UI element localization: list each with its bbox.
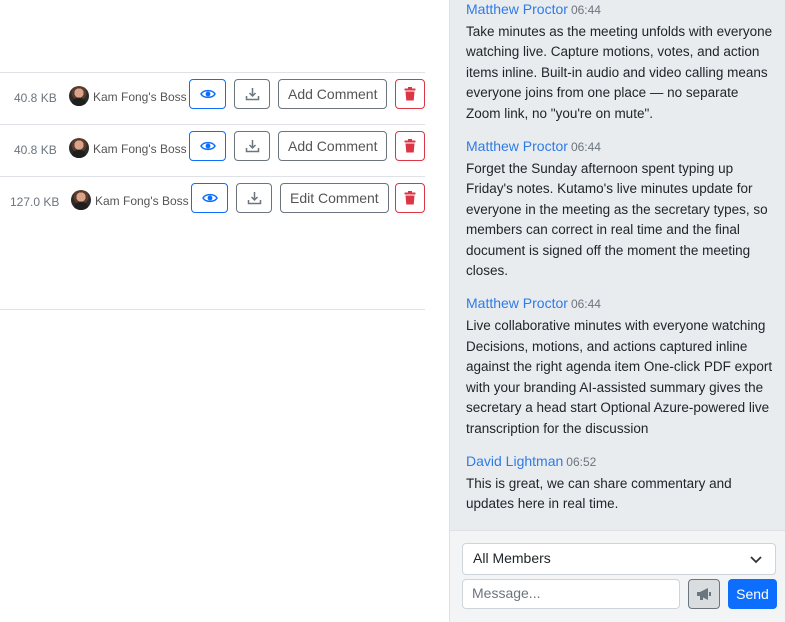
eye-icon bbox=[199, 141, 216, 151]
recipient-select[interactable]: All Members bbox=[462, 543, 776, 575]
message-time: 06:52 bbox=[566, 454, 597, 469]
eye-icon bbox=[199, 89, 216, 99]
message-author: Matthew Proctor bbox=[466, 295, 568, 312]
add-comment-button[interactable]: Add Comment bbox=[278, 131, 388, 161]
trash-icon bbox=[404, 191, 416, 205]
message-author: Matthew Proctor bbox=[466, 138, 568, 155]
file-owner: Kam Fong's Boss bbox=[93, 142, 187, 156]
delete-button[interactable] bbox=[395, 79, 425, 109]
send-button[interactable]: Send bbox=[728, 579, 777, 609]
message-text: Forget the Sunday afternoon spent typing… bbox=[466, 161, 768, 279]
files-panel: 40.8 KB Kam Fong's Boss Add Comment 40.8… bbox=[0, 0, 450, 622]
add-comment-button[interactable]: Add Comment bbox=[278, 79, 388, 109]
eye-icon bbox=[201, 193, 218, 203]
download-icon bbox=[245, 88, 259, 101]
edit-comment-button[interactable]: Edit Comment bbox=[280, 183, 389, 213]
file-size: 127.0 KB bbox=[10, 195, 60, 209]
file-owner: Kam Fong's Boss bbox=[95, 194, 189, 208]
announce-button[interactable] bbox=[688, 579, 720, 609]
message-text: Take minutes as the meeting unfolds with… bbox=[466, 24, 773, 121]
avatar bbox=[71, 190, 91, 210]
chat-composer: All Members Message... Send bbox=[450, 530, 785, 622]
message-text: This is great, we can share commentary a… bbox=[466, 475, 732, 512]
view-button[interactable] bbox=[191, 183, 228, 213]
chat-panel: Matthew Proctor 06:44 Take minutes as the… bbox=[450, 0, 785, 622]
file-row: 40.8 KB Kam Fong's Boss Add Comment bbox=[0, 73, 425, 125]
download-button[interactable] bbox=[236, 183, 272, 213]
trash-icon bbox=[404, 139, 416, 153]
message-time: 06:44 bbox=[570, 140, 601, 155]
message-time: 06:44 bbox=[570, 3, 601, 17]
avatar bbox=[69, 138, 89, 158]
file-size: 40.8 KB bbox=[14, 143, 57, 157]
chat-message: Matthew Proctor 06:44 Take minutes as the… bbox=[466, 1, 776, 124]
megaphone-icon bbox=[697, 588, 711, 600]
message-author: Matthew Proctor bbox=[466, 1, 568, 17]
message-text: Live collaborative minutes with everyone… bbox=[466, 318, 773, 436]
download-icon bbox=[247, 192, 261, 205]
chat-message: Matthew Proctor 06:44 Live collaborative … bbox=[466, 295, 776, 438]
message-time: 06:44 bbox=[570, 297, 601, 312]
view-button[interactable] bbox=[189, 131, 226, 161]
file-owner: Kam Fong's Boss bbox=[93, 90, 187, 104]
recipient-value: All Members bbox=[473, 550, 551, 566]
message-list[interactable]: Matthew Proctor 06:44 Take minutes as the… bbox=[466, 0, 776, 529]
delete-button[interactable] bbox=[395, 183, 425, 213]
download-button[interactable] bbox=[234, 131, 270, 161]
chevron-down-icon bbox=[750, 556, 762, 564]
avatar bbox=[69, 86, 89, 106]
download-button[interactable] bbox=[234, 79, 270, 109]
message-author: David Lightman bbox=[466, 452, 564, 469]
chat-message: Matthew Proctor 06:44 Forget the Sunday a… bbox=[466, 138, 776, 281]
divider bbox=[0, 309, 425, 310]
download-icon bbox=[245, 140, 259, 153]
file-row: 40.8 KB Kam Fong's Boss Add Comment bbox=[0, 125, 425, 177]
delete-button[interactable] bbox=[395, 131, 425, 161]
file-row: 127.0 KB Kam Fong's Boss Edit Comment bbox=[0, 177, 425, 229]
view-button[interactable] bbox=[189, 79, 226, 109]
trash-icon bbox=[404, 87, 416, 101]
chat-message: David Lightman 06:52 This is great, we ca… bbox=[466, 453, 776, 515]
file-size: 40.8 KB bbox=[14, 91, 57, 105]
message-input[interactable]: Message... bbox=[462, 579, 680, 609]
